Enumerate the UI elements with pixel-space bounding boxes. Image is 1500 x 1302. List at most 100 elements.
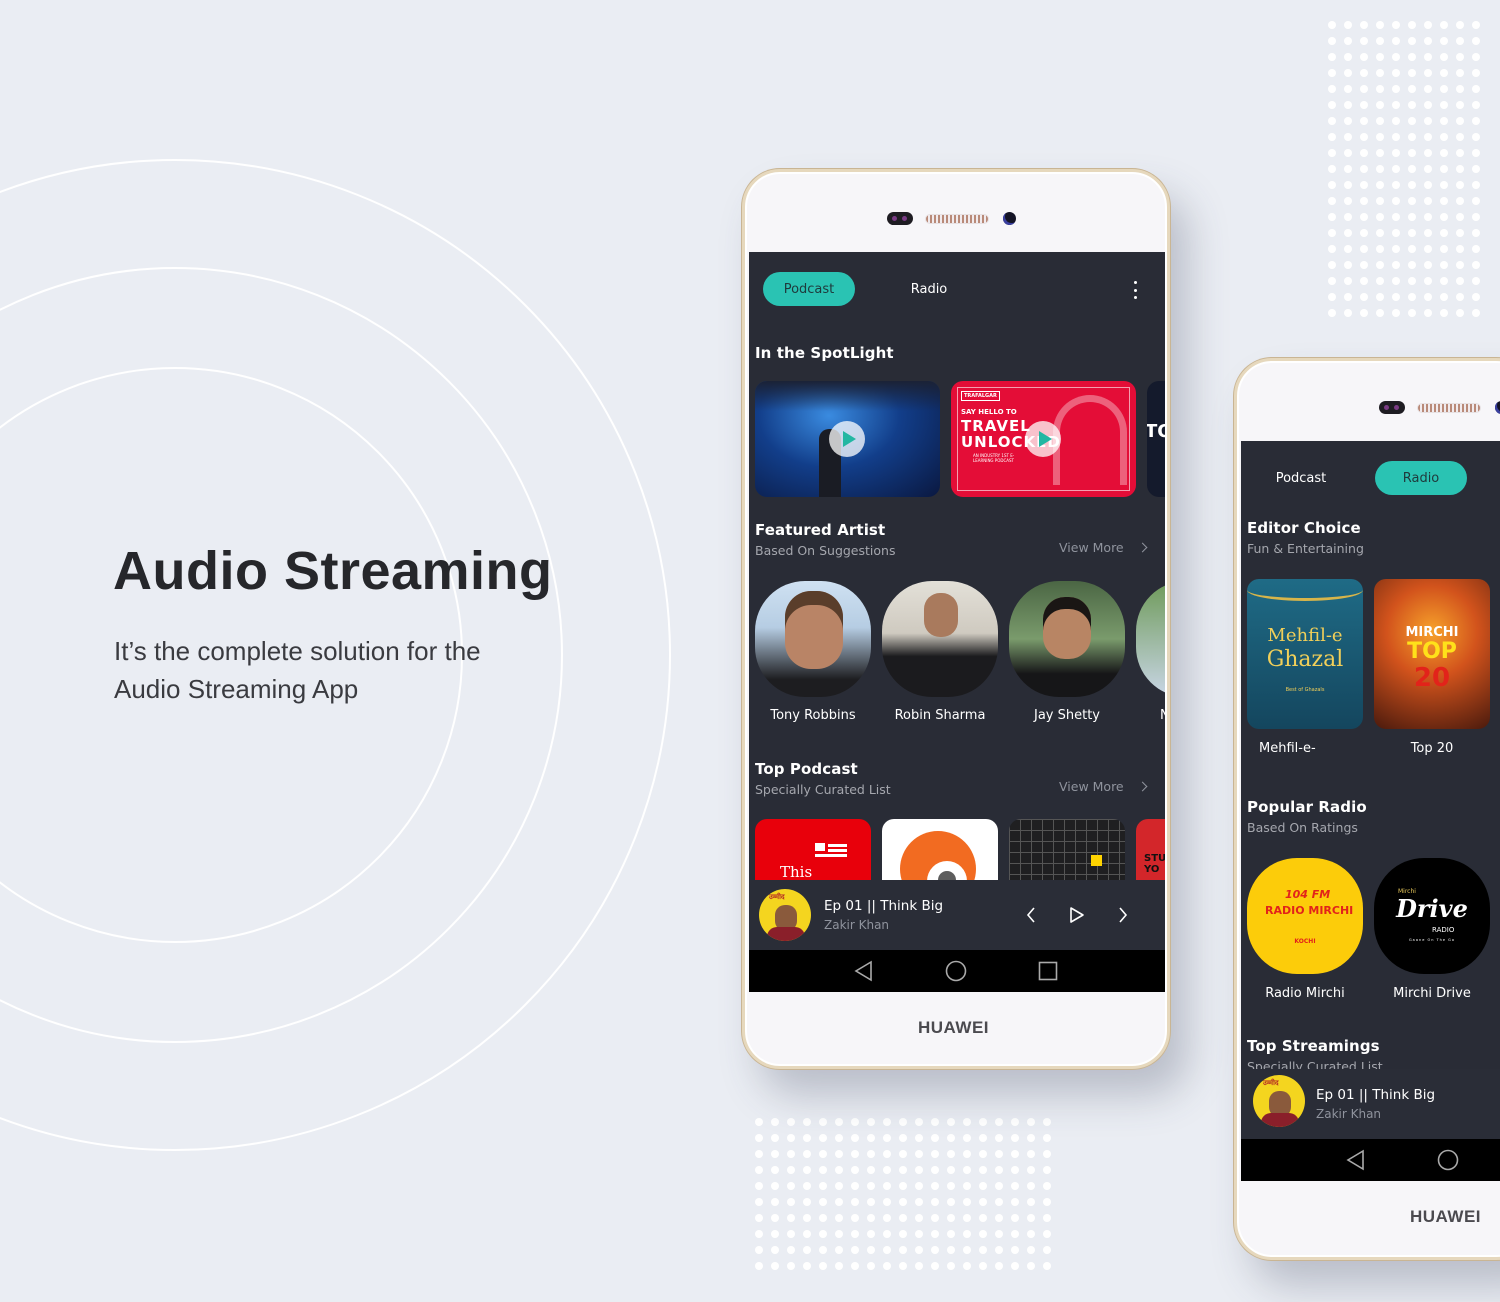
dot [1023,1258,1039,1274]
play-icon[interactable] [1069,906,1085,924]
dot [1324,257,1340,273]
dot [783,1114,799,1130]
section-title-top-podcast: Top Podcast [755,760,858,778]
front-sensor-icon [887,212,913,225]
dot [1436,33,1452,49]
dot [751,1114,767,1130]
now-playing-artist: Zakir Khan [1316,1107,1382,1121]
dot [991,1258,1007,1274]
now-playing-title: Ep 01 || Think Big [824,898,944,914]
home-nav-icon[interactable] [1437,1149,1459,1171]
dot [799,1114,815,1130]
dot [751,1178,767,1194]
dot [959,1194,975,1210]
dot [1023,1242,1039,1258]
radio-name: Mehfil-e- [1259,741,1316,756]
artist-avatar-partial[interactable] [1136,581,1165,697]
dot [1356,193,1372,209]
dot [1372,65,1388,81]
tab-podcast[interactable]: Podcast [1255,461,1347,495]
radio-logo-radio-mirchi[interactable]: 104 FM RADIO MIRCHI KOCHI [1247,858,1363,974]
dot [1420,289,1436,305]
dot [991,1146,1007,1162]
next-icon[interactable] [1117,906,1129,924]
artist-name: N [1160,708,1165,723]
dot [895,1210,911,1226]
dot [943,1194,959,1210]
dot [1372,289,1388,305]
dot [975,1178,991,1194]
dot [1356,209,1372,225]
dot [1340,225,1356,241]
kebab-menu-icon[interactable] [1130,281,1140,299]
dot [1452,273,1468,289]
dot [911,1146,927,1162]
now-playing-bar[interactable]: उम्मीद Ep 01 || Think Big Zakir Khan [1241,1069,1500,1139]
tab-radio[interactable]: Radio [1375,461,1467,495]
artist-avatar-jay-shetty[interactable] [1009,581,1125,697]
dot [1039,1178,1055,1194]
view-more-artists-link[interactable]: View More [1059,540,1124,555]
dot [1404,241,1420,257]
dot [799,1258,815,1274]
dot [1404,193,1420,209]
dot [911,1226,927,1242]
dot [991,1130,1007,1146]
spotlight-card-partial[interactable]: TOI [1147,381,1165,497]
radio-logo-mirchi-drive[interactable]: Mirchi Drive RADIO Gaane On The Go [1374,858,1490,974]
tab-radio[interactable]: Radio [883,272,975,306]
dot [895,1226,911,1242]
home-nav-icon[interactable] [945,960,967,982]
dot [975,1226,991,1242]
dot [1420,17,1436,33]
play-icon[interactable] [829,421,865,457]
dot [1356,33,1372,49]
dot [1372,113,1388,129]
dot [831,1146,847,1162]
back-nav-icon[interactable] [1345,1149,1367,1171]
section-title-spotlight: In the SpotLight [755,344,894,362]
dot [1452,17,1468,33]
spotlight-card-travel-unlocked[interactable]: TRAFALGAR SAY HELLO TO TRAVEL UNLOCKED A… [951,381,1136,497]
chevron-right-icon[interactable] [1137,781,1148,792]
dot [1404,289,1420,305]
artist-avatar-robin-sharma[interactable] [882,581,998,697]
dot [1356,273,1372,289]
play-icon[interactable] [1025,421,1061,457]
front-camera-icon [1495,401,1500,414]
dot [1388,241,1404,257]
dot [1340,81,1356,97]
dot [1039,1146,1055,1162]
dot [1436,225,1452,241]
dot [1372,225,1388,241]
dot [879,1146,895,1162]
dot [1356,97,1372,113]
spotlight-card-concert[interactable] [755,381,940,497]
dot [1436,81,1452,97]
earpiece-speaker [925,214,989,224]
dot [911,1210,927,1226]
tab-podcast[interactable]: Podcast [763,272,855,306]
dot [831,1178,847,1194]
dot [1388,161,1404,177]
view-more-podcasts-link[interactable]: View More [1059,779,1124,794]
dot [1388,113,1404,129]
dot [751,1130,767,1146]
artist-avatar-tony-robbins[interactable] [755,581,871,697]
radio-card-mirchi-top-20[interactable]: MIRCHI TOP 20 [1374,579,1490,729]
dot [1420,65,1436,81]
dot [847,1210,863,1226]
dot [1372,49,1388,65]
chevron-right-icon[interactable] [1137,542,1148,553]
art-text: TOP [1407,639,1457,664]
art-text: RADIO MIRCHI [1265,904,1354,917]
now-playing-bar[interactable]: उम्मीद Ep 01 || Think Big Zakir Khan [749,880,1165,950]
dot [1452,97,1468,113]
radio-card-mehfil-e-ghazal[interactable]: Mehfil-e Ghazal Best of Ghazals [1247,579,1363,729]
recents-nav-icon[interactable] [1038,961,1058,981]
back-nav-icon[interactable] [853,960,875,982]
dot [1420,177,1436,193]
dot [1452,177,1468,193]
previous-icon[interactable] [1025,906,1037,924]
dot [1404,305,1420,321]
